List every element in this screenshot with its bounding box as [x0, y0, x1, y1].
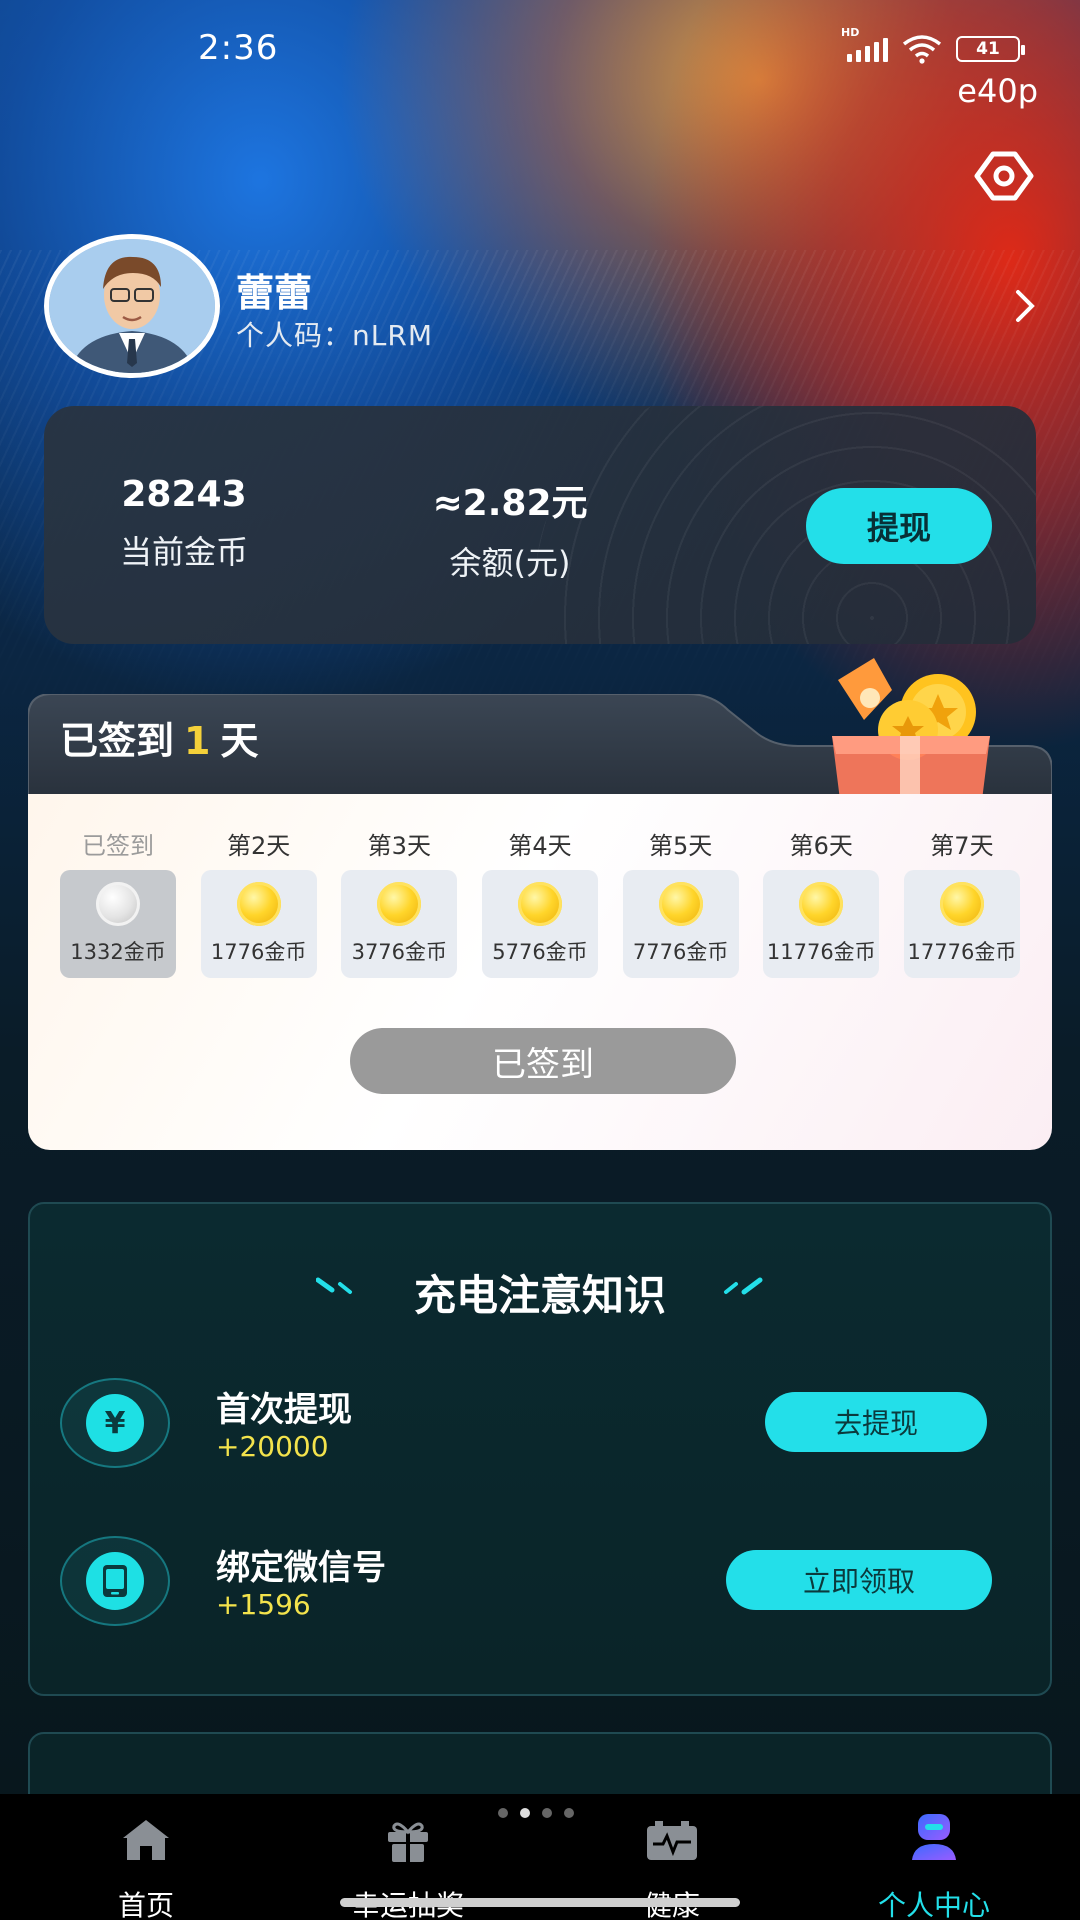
signin-day[interactable]: 第6天 11776金币: [763, 826, 880, 978]
battery-icon: 41: [956, 36, 1025, 62]
battery-health-icon: [647, 1821, 697, 1860]
signin-day[interactable]: 第5天 7776金币: [622, 826, 739, 978]
user-center-icon: [912, 1814, 956, 1860]
coins-value: 28243: [121, 474, 247, 515]
signin-day-amount: 3776金币: [351, 940, 448, 964]
signin-day-label: 第2天: [227, 832, 291, 860]
signin-day-tile: 3776金币: [341, 870, 458, 978]
money-value: ≈2.82元: [432, 483, 588, 524]
nav-label: 首页: [117, 1889, 174, 1920]
signin-day-tile: 7776金币: [622, 870, 739, 978]
coin-icon: [96, 882, 140, 926]
signin-day-tile: 1776金币: [200, 870, 317, 978]
signin-suffix: 天: [220, 719, 259, 763]
signin-day[interactable]: 已签到 1332金币: [60, 826, 176, 978]
nav-user-center[interactable]: 个人中心: [844, 1812, 1024, 1920]
signin-day-amount: 17776金币: [907, 940, 1017, 964]
home-indicator: [340, 1898, 740, 1907]
signed-in-button[interactable]: 已签到: [350, 1028, 736, 1094]
signin-days-row: 已签到 1332金币 第2天 1776金币 第3天 3776金币 第4天 577…: [60, 826, 1020, 978]
chevron-right-icon: [1016, 290, 1035, 322]
signal-icon: HD: [841, 26, 888, 62]
signin-day-label: 第6天: [789, 832, 853, 860]
task-reward: +1596: [216, 1588, 311, 1621]
money-label: 余额(元): [449, 544, 571, 582]
user-code: 个人码：nLRM: [236, 314, 433, 354]
page-indicator: [498, 1808, 574, 1818]
yen-icon: ¥: [86, 1394, 144, 1452]
avatar-image: [49, 239, 215, 373]
signin-day[interactable]: 第3天 3776金币: [341, 826, 458, 978]
signin-day-amount: 7776金币: [632, 940, 729, 964]
gear-icon: [974, 151, 1034, 201]
nav-label: 个人中心: [877, 1889, 990, 1920]
home-icon: [123, 1820, 169, 1860]
status-time: 2:36: [198, 28, 279, 68]
claim-now-button[interactable]: 立即领取: [726, 1550, 992, 1610]
signin-day-label: 已签到: [82, 832, 154, 860]
task-icon-ring: ¥: [60, 1378, 170, 1468]
signin-day-tile: 1332金币: [60, 870, 176, 978]
signin-day-label: 第5天: [648, 832, 713, 860]
nav-home[interactable]: 首页: [56, 1812, 236, 1920]
signin-day-label: 第3天: [367, 832, 431, 860]
gift-icon: [388, 1822, 428, 1862]
title-decoration-right: [724, 1277, 763, 1295]
signin-day[interactable]: 第7天 17776金币: [903, 826, 1020, 978]
gift-box-icon: [832, 658, 990, 807]
signin-day-amount: 11776金币: [766, 940, 876, 964]
signin-day-label: 第4天: [508, 832, 572, 860]
coins-label: 当前金币: [119, 533, 248, 571]
user-code-value: nLRM: [352, 319, 433, 352]
signin-day[interactable]: 第4天 5776金币: [481, 826, 598, 978]
status-icons: HD 41: [841, 26, 1025, 64]
signin-day-tile: 11776金币: [763, 870, 880, 978]
task-row: 绑定微信号 +1596 立即领取: [60, 1536, 1030, 1632]
task-name: 绑定微信号: [216, 1548, 386, 1588]
signin-day-tile: 17776金币: [903, 870, 1020, 978]
coin-icon: [939, 882, 984, 926]
tasks-title: 充电注意知识: [413, 1271, 666, 1320]
user-name: 蕾蕾: [236, 271, 313, 315]
signin-title: 已签到 1 天: [60, 710, 258, 765]
signin-day[interactable]: 第2天 1776金币: [200, 826, 317, 978]
user-code-label: 个人码：: [236, 319, 353, 352]
task-icon-ring: [60, 1536, 170, 1626]
phone-icon: [103, 1565, 127, 1597]
battery-level: 41: [976, 39, 1000, 59]
coin-icon: [377, 882, 422, 926]
coin-icon: [799, 882, 844, 926]
coin-icon: [236, 882, 281, 926]
signin-day-label: 第7天: [930, 832, 994, 860]
coin-icon: [517, 882, 562, 926]
go-withdraw-button[interactable]: 去提现: [765, 1392, 987, 1452]
profile-arrow-button[interactable]: [1010, 286, 1040, 326]
signin-day-amount: 1332金币: [70, 940, 166, 964]
signin-day-tile: 5776金币: [481, 870, 598, 978]
money-stat: ≈2.82元 余额(元): [380, 474, 640, 584]
task-name: 首次提现: [216, 1390, 352, 1430]
avatar[interactable]: [44, 234, 220, 378]
status-sub-text: e40p: [957, 72, 1038, 110]
phone-icon-wrap: [86, 1552, 144, 1610]
signin-day-amount: 1776金币: [210, 940, 307, 964]
wifi-icon: [902, 35, 942, 64]
coin-icon: [658, 882, 703, 926]
settings-button[interactable]: [970, 148, 1038, 204]
task-reward: +20000: [216, 1430, 329, 1463]
network-type: HD: [841, 26, 860, 39]
signin-day-amount: 5776金币: [492, 940, 588, 964]
withdraw-button[interactable]: 提现: [806, 488, 992, 564]
signin-days: 1: [184, 719, 211, 763]
signin-prefix: 已签到: [60, 719, 175, 763]
task-row: ¥ 首次提现 +20000 去提现: [60, 1378, 1030, 1474]
coins-stat: 28243 当前金币: [64, 474, 304, 573]
